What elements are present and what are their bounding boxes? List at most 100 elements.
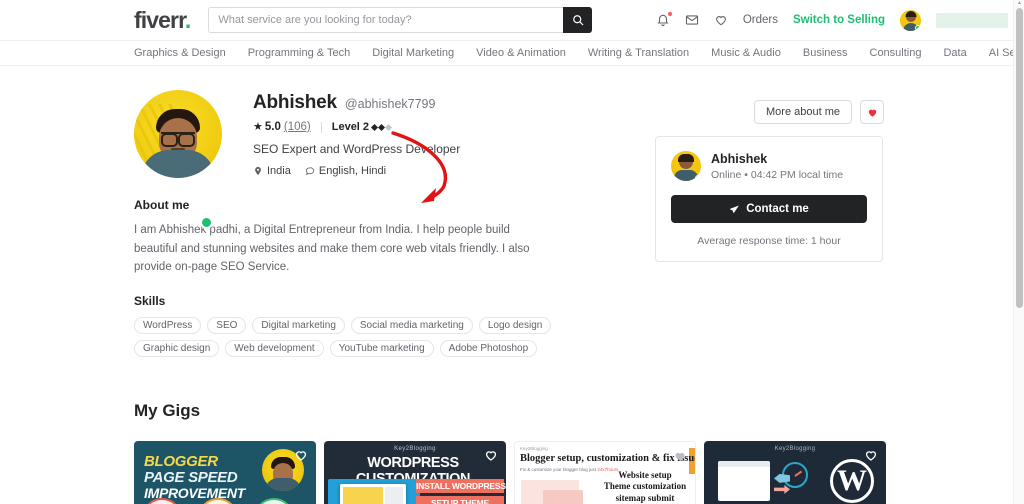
main-content: Abhishek @abhishek7799 ★ 5.0 (106) Level… (0, 66, 1016, 504)
gig-feature-bars: INSTALL WORDPRESS SETUP THEME CUSTOM HOM… (416, 479, 504, 504)
about-section: About me I am Abhishek padhi, a Digital … (134, 198, 534, 277)
nav-item-music-audio[interactable]: Music & Audio (711, 47, 781, 59)
vertical-scrollbar[interactable]: ▲ (1013, 0, 1024, 504)
browser-window-art (718, 461, 770, 501)
fiverr-logo[interactable]: fiverr. (134, 7, 190, 34)
skills-list: WordPress SEO Digital marketing Social m… (134, 317, 554, 357)
speech-bubble-icon (305, 166, 315, 176)
gig-feature: Theme customization (597, 481, 693, 493)
search-button[interactable] (563, 7, 592, 33)
notification-badge (668, 12, 672, 16)
gig-thumb-title: Blogger setup, customization & fix issue (520, 453, 696, 464)
nav-item-business[interactable]: Business (803, 47, 848, 59)
logo-dot: . (185, 7, 191, 33)
notifications-button[interactable] (656, 13, 670, 27)
profile-location: India (253, 165, 291, 177)
profile-header: Abhishek @abhishek7799 ★ 5.0 (106) Level… (134, 88, 1016, 178)
score-badge: 49 (142, 498, 182, 504)
search-bar (208, 7, 592, 33)
skill-chip[interactable]: Social media marketing (351, 317, 473, 334)
score-badge: 100 (254, 498, 294, 504)
arrow-left-icon (774, 474, 790, 483)
favorites-button[interactable] (714, 13, 728, 27)
gig-card[interactable]: Key2Blogging WORDPRESS CUSTOMIZATION W (324, 441, 506, 504)
about-heading: About me (134, 198, 534, 212)
gig-feature: Website setup (597, 470, 693, 482)
switch-to-selling-link[interactable]: Switch to Selling (793, 14, 885, 26)
arrow-right-icon (774, 485, 790, 494)
profile-name: Abhishek (253, 92, 337, 114)
favorite-seller-button[interactable] (860, 100, 884, 124)
contact-card-header: Abhishek Online • 04:42 PM local time (671, 151, 867, 181)
wordpress-logo-icon: W (830, 459, 874, 503)
gigs-list: BLOGGER PAGE SPEED IMPROVEMENT 49 ▸▸ 86 … (134, 441, 1016, 504)
heart-icon[interactable] (294, 448, 308, 462)
level-badge-icon (372, 125, 391, 130)
nav-item-graphics-design[interactable]: Graphics & Design (134, 47, 226, 59)
rating-count-link[interactable]: (106) (284, 121, 311, 133)
scrollbar-thumb[interactable] (1016, 8, 1023, 308)
more-about-me-button[interactable]: More about me (754, 100, 852, 124)
gig-feature-list: Website setup Theme customization sitema… (597, 470, 693, 504)
profile-meta: India English, Hindi (253, 165, 460, 177)
gig-thumbnail: Key2Blogging W WORDPRESS SPEED OPTIMIZAT… (704, 441, 886, 504)
skill-chip[interactable]: Web development (225, 340, 323, 357)
messages-button[interactable] (685, 13, 699, 27)
gig-card[interactable]: BLOGGER PAGE SPEED IMPROVEMENT 49 ▸▸ 86 … (134, 441, 316, 504)
search-icon (572, 14, 584, 26)
skill-chip[interactable]: Graphic design (134, 340, 219, 357)
contact-me-label: Contact me (746, 203, 809, 215)
profile-info: Abhishek @abhishek7799 ★ 5.0 (106) Level… (253, 88, 460, 178)
category-nav: Graphics & Design Programming & Tech Dig… (0, 41, 1016, 66)
gig-subtitle-text: Fix & customize your blogger blog just (520, 467, 596, 472)
header-actions: Orders Switch to Selling (656, 10, 1008, 31)
profile-name-row: Abhishek @abhishek7799 (253, 92, 460, 114)
redacted-username (936, 13, 1008, 28)
paper-plane-icon (729, 204, 740, 215)
heart-icon (714, 13, 728, 27)
online-indicator (915, 25, 921, 31)
gig-brand-label: Key2Blogging (520, 446, 548, 451)
contact-me-button[interactable]: Contact me (671, 195, 867, 223)
heart-icon[interactable] (864, 448, 878, 462)
heart-icon (867, 107, 878, 118)
heart-icon[interactable] (484, 448, 498, 462)
skill-chip[interactable]: SEO (207, 317, 246, 334)
nav-item-programming-tech[interactable]: Programming & Tech (248, 47, 351, 59)
profile-rating-row: ★ 5.0 (106) Level 2 (253, 121, 460, 133)
skill-chip[interactable]: Digital marketing (252, 317, 344, 334)
skill-chip[interactable]: YouTube marketing (330, 340, 434, 357)
gig-thumbnail: Key2Blogging Blogger setup, customizatio… (514, 441, 696, 504)
gig-feature: sitemap submit (597, 493, 693, 504)
header-avatar[interactable] (900, 10, 921, 31)
contact-card-status: Online • 04:42 PM local time (711, 169, 843, 181)
average-response-time: Average response time: 1 hour (671, 235, 867, 247)
nav-item-video-animation[interactable]: Video & Animation (476, 47, 566, 59)
gig-feature: INSTALL WORDPRESS (416, 479, 504, 493)
nav-item-consulting[interactable]: Consulting (870, 47, 922, 59)
skill-chip[interactable]: Adobe Photoshop (440, 340, 538, 357)
gig-card[interactable]: Key2Blogging Blogger setup, customizatio… (514, 441, 696, 504)
location-label: India (267, 165, 291, 177)
nav-item-writing-translation[interactable]: Writing & Translation (588, 47, 689, 59)
fiverr-profile-page: fiverr. (0, 0, 1024, 504)
heart-icon[interactable] (673, 449, 687, 463)
languages-label: English, Hindi (319, 165, 386, 177)
skill-chip[interactable]: WordPress (134, 317, 201, 334)
rating-value: 5.0 (265, 121, 281, 133)
seller-level: Level 2 (332, 121, 369, 133)
profile-languages: English, Hindi (305, 165, 386, 177)
about-text: I am Abhishek padhi, a Digital Entrepren… (134, 221, 534, 277)
skill-chip[interactable]: Logo design (479, 317, 552, 334)
search-input[interactable] (208, 7, 563, 33)
skills-section: Skills WordPress SEO Digital marketing S… (134, 294, 554, 357)
contact-seller-card: Abhishek Online • 04:42 PM local time Co… (655, 136, 883, 262)
profile-avatar[interactable] (134, 90, 222, 178)
orders-link[interactable]: Orders (743, 14, 778, 26)
gig-card[interactable]: Key2Blogging W WORDPRESS SPEED OPTIMIZAT… (704, 441, 886, 504)
scroll-up-arrow-icon[interactable]: ▲ (1016, 1, 1023, 6)
gig-illustration (519, 476, 607, 504)
nav-item-digital-marketing[interactable]: Digital Marketing (372, 47, 454, 59)
profile-username: @abhishek7799 (345, 97, 436, 111)
nav-item-data[interactable]: Data (943, 47, 966, 59)
